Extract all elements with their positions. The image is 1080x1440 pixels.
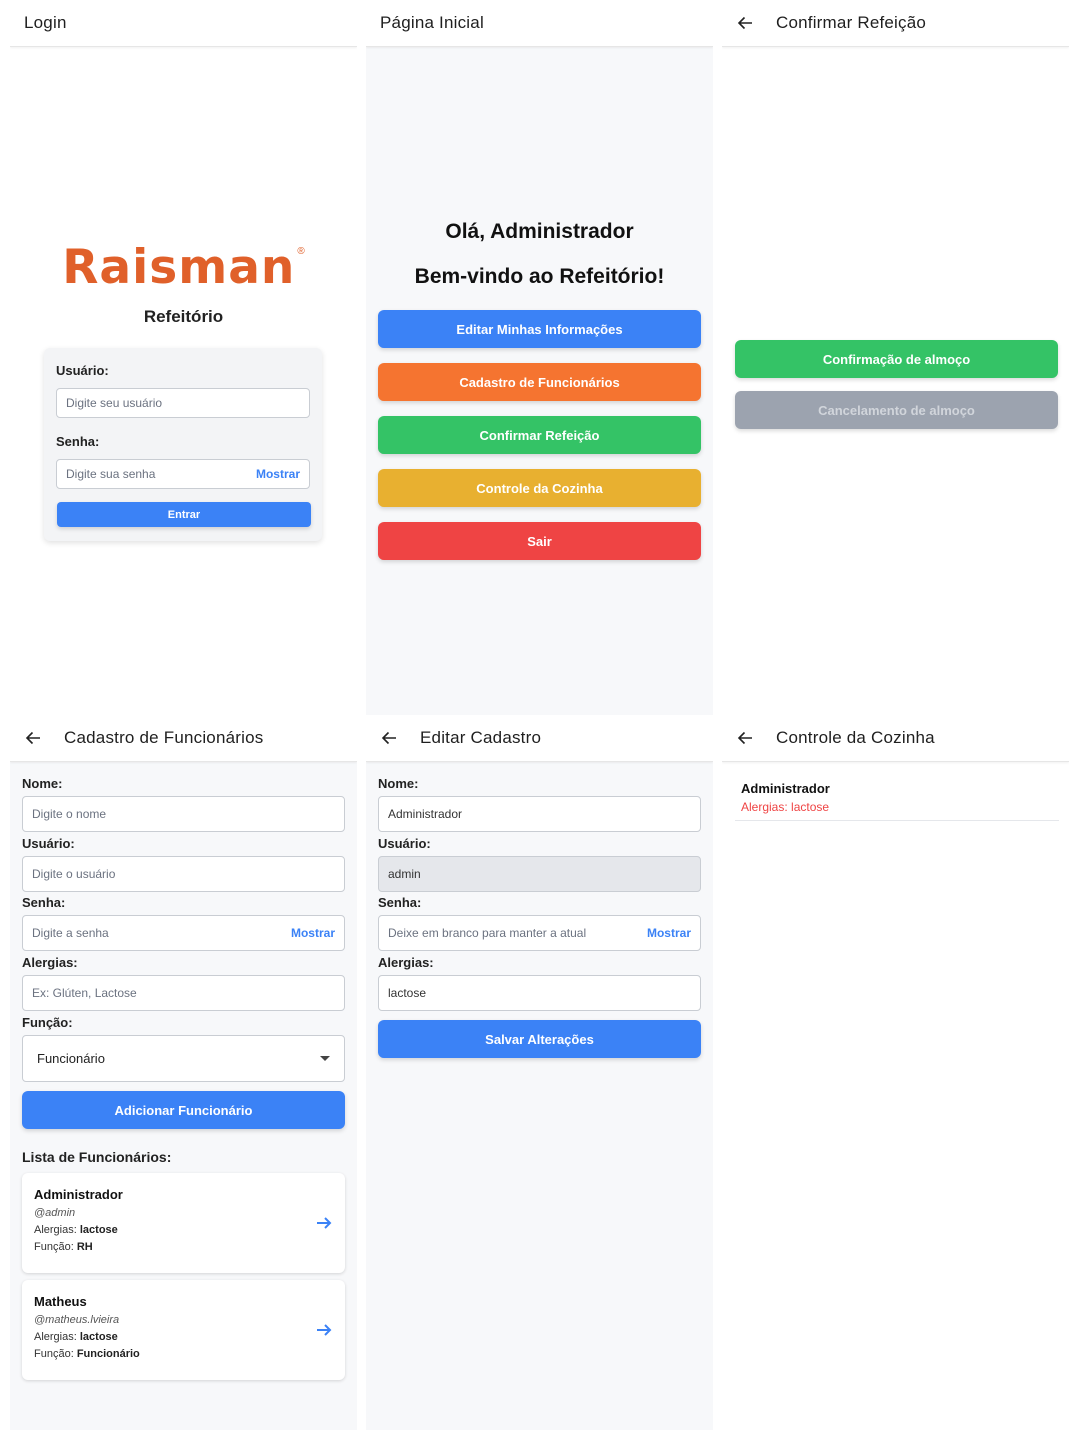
home-screen: Página Inicial Olá, Administrador Bem-vi…: [366, 0, 713, 715]
role-select[interactable]: Funcionário: [22, 1035, 345, 1082]
user-label: Usuário:: [56, 363, 109, 378]
role-select-value: Funcionário: [37, 1051, 105, 1066]
user-field-disabled: [378, 856, 701, 892]
employee-name: Matheus: [34, 1294, 87, 1309]
password-input[interactable]: [23, 926, 291, 940]
home-title: Página Inicial: [380, 13, 484, 32]
kitchen-item-name: Administrador: [741, 781, 830, 796]
welcome-text: Bem-vindo ao Refeitório!: [414, 265, 665, 288]
password-label: Senha:: [56, 434, 100, 449]
login-title: Login: [24, 13, 67, 32]
user-field[interactable]: [56, 388, 310, 418]
employee-card: Matheus @matheus.lvieira Alergias: lacto…: [22, 1280, 345, 1380]
arrow-right-icon[interactable]: [315, 1321, 333, 1339]
name-label: Nome:: [22, 776, 63, 791]
allergies-label: Alergias:: [378, 955, 434, 970]
employee-allergies: Alergias: lactose: [34, 1331, 118, 1343]
kitchen-item-allergy: Alergias: lactose: [741, 800, 830, 814]
confirm-title: Confirmar Refeição: [776, 13, 927, 32]
employee-list-title: Lista de Funcionários:: [22, 1149, 172, 1165]
allergies-input[interactable]: [23, 986, 344, 1000]
logout-button[interactable]: Sair: [378, 522, 701, 560]
kitchen-title: Controle da Cozinha: [776, 728, 935, 747]
employee-username: @admin: [34, 1207, 76, 1219]
confirm-meal-screen: Confirmar Refeição Confirmação de almoço…: [722, 0, 1069, 715]
employee-role: Função: Funcionário: [34, 1348, 140, 1360]
kitchen-list-item: Administrador Alergias: lactose: [735, 781, 1059, 821]
edit-profile-screen: Editar Cadastro Nome: Usuário: Senha: Mo…: [366, 715, 713, 1430]
password-input[interactable]: [57, 467, 256, 481]
kitchen-control-button[interactable]: Controle da Cozinha: [378, 469, 701, 507]
login-card: Usuário: Senha: Mostrar Entrar: [44, 348, 322, 541]
show-password-button[interactable]: Mostrar: [647, 926, 700, 940]
password-field[interactable]: Mostrar: [56, 459, 310, 489]
edit-title: Editar Cadastro: [420, 728, 542, 747]
kitchen-control-screen: Controle da Cozinha Administrador Alergi…: [722, 715, 1069, 1430]
login-button[interactable]: Entrar: [57, 502, 311, 527]
employee-username: @matheus.lvieira: [34, 1314, 120, 1326]
show-password-button[interactable]: Mostrar: [291, 926, 344, 940]
password-label: Senha:: [378, 895, 422, 910]
confirm-appbar: Confirmar Refeição: [722, 0, 1069, 47]
dropdown-caret-icon: [320, 1056, 330, 1061]
cadastro-title: Cadastro de Funcionários: [64, 728, 264, 747]
edit-info-button[interactable]: Editar Minhas Informações: [378, 310, 701, 348]
home-appbar: Página Inicial: [366, 0, 713, 47]
role-label: Função:: [22, 1015, 73, 1030]
allergies-field[interactable]: [378, 975, 701, 1011]
name-field[interactable]: [378, 796, 701, 832]
back-arrow-icon[interactable]: [728, 0, 762, 46]
logo-text: Raisman: [62, 240, 296, 295]
login-appbar: Login: [10, 0, 357, 47]
cadastro-appbar: Cadastro de Funcionários: [10, 715, 357, 762]
arrow-right-icon[interactable]: [315, 1214, 333, 1232]
employee-card: Administrador @admin Alergias: lactose F…: [22, 1173, 345, 1273]
kitchen-appbar: Controle da Cozinha: [722, 715, 1069, 762]
employee-registration-screen: Cadastro de Funcionários Nome: Usuário: …: [10, 715, 357, 1430]
back-arrow-icon[interactable]: [16, 715, 50, 761]
allergies-label: Alergias:: [22, 955, 78, 970]
user-input[interactable]: [23, 867, 344, 881]
password-field[interactable]: Mostrar: [22, 915, 345, 951]
save-changes-button[interactable]: Salvar Alterações: [378, 1020, 701, 1058]
logo-registered-mark: ®: [297, 246, 305, 257]
user-label: Usuário:: [22, 836, 75, 851]
raisman-logo: Raisman ®: [10, 240, 357, 295]
name-label: Nome:: [378, 776, 419, 791]
login-subtitle: Refeitório: [143, 307, 224, 326]
user-input[interactable]: [57, 396, 309, 410]
employee-name: Administrador: [34, 1187, 123, 1202]
password-label: Senha:: [22, 895, 66, 910]
allergies-input[interactable]: [379, 986, 700, 1000]
employee-registration-button[interactable]: Cadastro de Funcionários: [378, 363, 701, 401]
employee-role: Função: RH: [34, 1241, 93, 1253]
confirm-lunch-button[interactable]: Confirmação de almoço: [735, 340, 1058, 378]
greeting-text: Olá, Administrador: [445, 220, 634, 243]
confirm-meal-button[interactable]: Confirmar Refeição: [378, 416, 701, 454]
add-employee-button[interactable]: Adicionar Funcionário: [22, 1091, 345, 1129]
name-input[interactable]: [23, 807, 344, 821]
user-input: [379, 867, 700, 881]
cancel-lunch-button[interactable]: Cancelamento de almoço: [735, 391, 1058, 429]
user-label: Usuário:: [378, 836, 431, 851]
edit-appbar: Editar Cadastro: [366, 715, 713, 762]
password-field[interactable]: Mostrar: [378, 915, 701, 951]
name-input[interactable]: [379, 807, 700, 821]
back-arrow-icon[interactable]: [728, 715, 762, 761]
user-field[interactable]: [22, 856, 345, 892]
login-screen: Login Raisman® Refeitório Usuário: Senha…: [10, 0, 357, 715]
show-password-button[interactable]: Mostrar: [256, 467, 309, 481]
back-arrow-icon[interactable]: [372, 715, 406, 761]
password-input[interactable]: [379, 926, 647, 940]
name-field[interactable]: [22, 796, 345, 832]
employee-allergies: Alergias: lactose: [34, 1224, 118, 1236]
allergies-field[interactable]: [22, 975, 345, 1011]
